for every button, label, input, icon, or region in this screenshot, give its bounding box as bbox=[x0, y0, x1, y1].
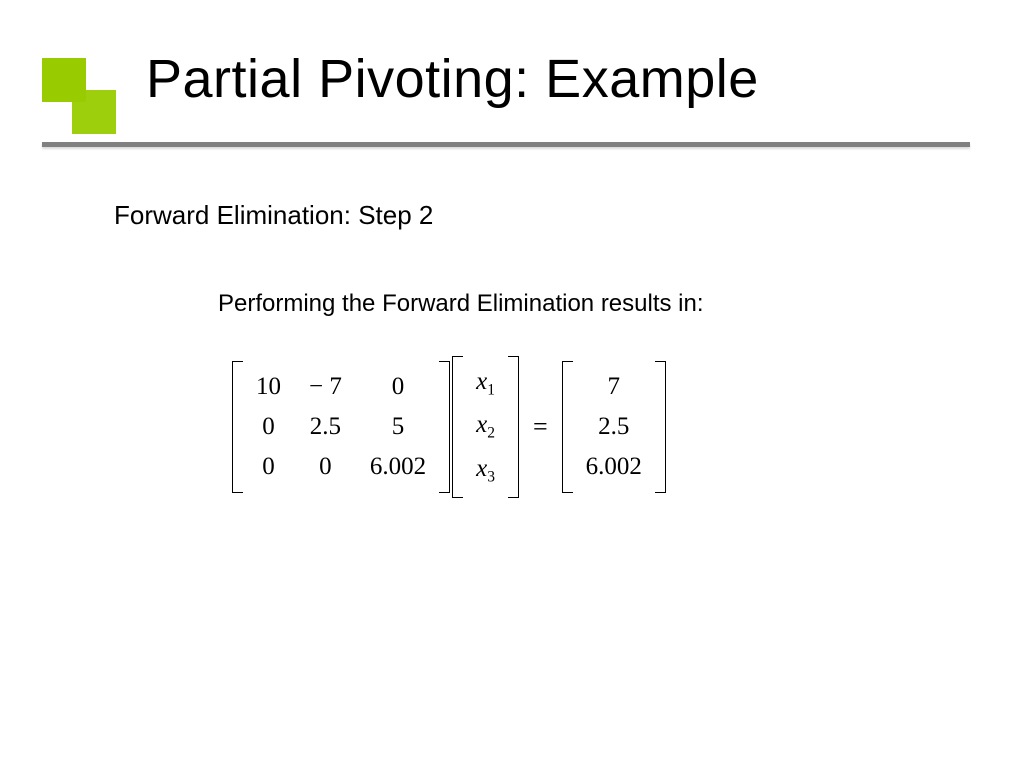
matrix-a-cell: 0 bbox=[295, 447, 356, 487]
matrix-a-cell: 0 bbox=[242, 407, 295, 447]
vector-x-cell: x2 bbox=[462, 405, 509, 448]
matrix-a-cell: − 7 bbox=[295, 367, 356, 407]
matrix-equation: 10 − 7 0 0 2.5 5 0 0 6.002 x1 x2 bbox=[232, 356, 666, 498]
body-text: Performing the Forward Elimination resul… bbox=[218, 290, 704, 318]
equals-sign: = bbox=[521, 412, 560, 442]
matrix-a-cell: 2.5 bbox=[295, 407, 356, 447]
vector-b-cell: 2.5 bbox=[572, 407, 656, 447]
vector-x-cell: x3 bbox=[462, 449, 509, 492]
decoration-square-icon bbox=[42, 58, 86, 102]
vector-x-cell: x1 bbox=[462, 362, 509, 405]
step-subtitle: Forward Elimination: Step 2 bbox=[114, 200, 433, 231]
matrix-a-cell: 6.002 bbox=[356, 447, 440, 487]
slide-title: Partial Pivoting: Example bbox=[146, 48, 759, 110]
slide: Partial Pivoting: Example Forward Elimin… bbox=[0, 0, 1024, 768]
matrix-a-cell: 0 bbox=[242, 447, 295, 487]
matrix-a-cell: 10 bbox=[242, 367, 295, 407]
vector-b: 7 2.5 6.002 bbox=[562, 361, 666, 493]
vector-b-cell: 7 bbox=[572, 367, 656, 407]
vector-x: x1 x2 x3 bbox=[452, 356, 519, 498]
matrix-a-cell: 0 bbox=[356, 367, 440, 407]
matrix-a: 10 − 7 0 0 2.5 5 0 0 6.002 bbox=[232, 361, 450, 493]
vector-b-cell: 6.002 bbox=[572, 447, 656, 487]
matrix-a-cell: 5 bbox=[356, 407, 440, 447]
title-underline bbox=[42, 142, 970, 147]
